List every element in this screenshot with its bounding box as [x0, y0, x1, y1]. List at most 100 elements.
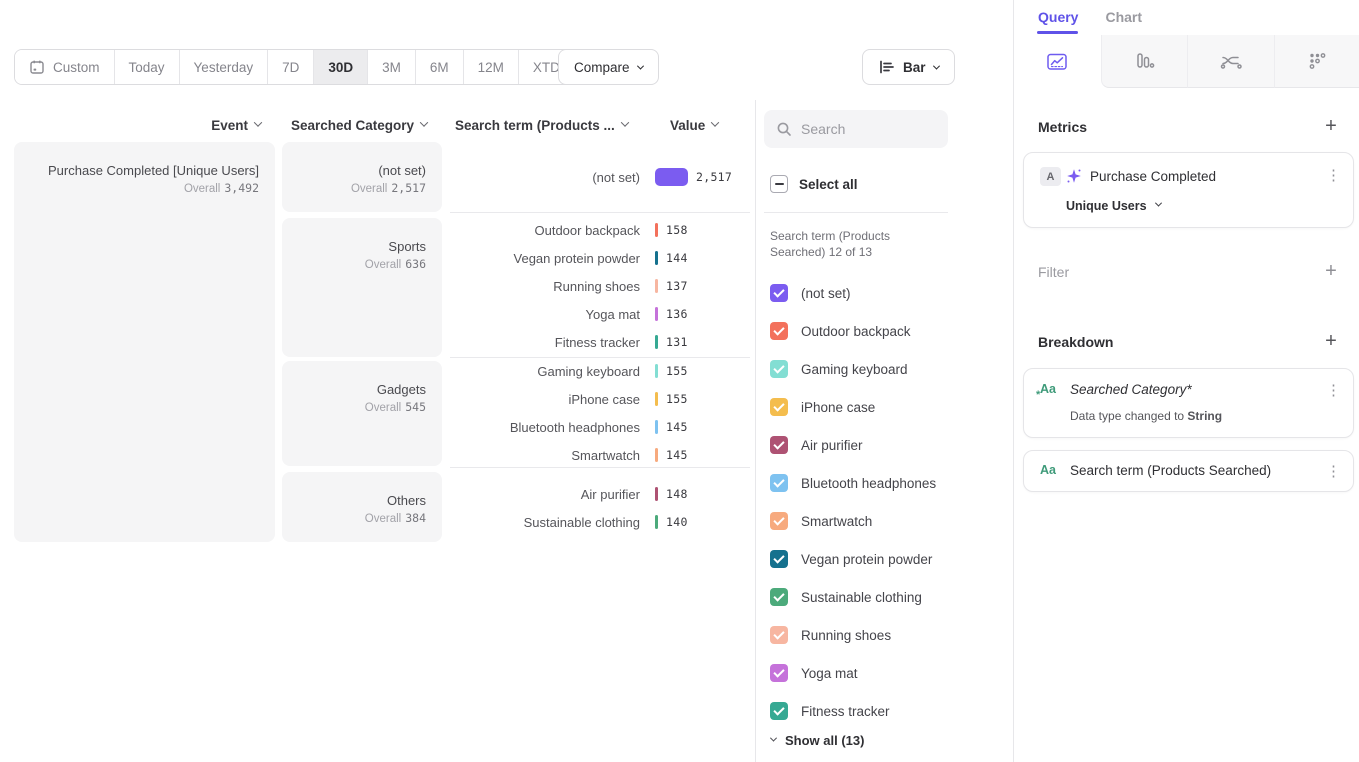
- value-bar: [655, 448, 658, 462]
- overall-value: 2,517: [391, 181, 426, 195]
- filter-item-label: Yoga mat: [801, 666, 858, 681]
- category-cell-not-set: (not set) Overall2,517: [282, 142, 442, 212]
- metrics-title: Metrics: [1038, 119, 1087, 135]
- filter-item[interactable]: Bluetooth headphones: [770, 469, 1000, 497]
- value-label: 140: [666, 515, 688, 529]
- value-label: 2,517: [696, 170, 732, 184]
- breakdown-menu-button[interactable]: ⋮: [1326, 462, 1341, 480]
- date-range-label: 7D: [282, 60, 299, 75]
- column-header-searched-category[interactable]: Searched Category: [282, 116, 427, 134]
- filter-item[interactable]: Running shoes: [770, 621, 1000, 649]
- category-cell-others: Others Overall384: [282, 472, 442, 542]
- value-label: 155: [666, 392, 688, 406]
- breakdown-card-searched-category[interactable]: Aa* Searched Category* ⋮ Data type chang…: [1023, 368, 1354, 438]
- column-label: Event: [211, 118, 248, 133]
- column-header-search-term[interactable]: Search term (Products ...: [455, 116, 628, 134]
- event-cell: Purchase Completed [Unique Users] Overal…: [14, 142, 275, 542]
- filter-item[interactable]: Gaming keyboard: [770, 355, 1000, 383]
- search-term-label: Sustainable clothing: [450, 515, 640, 530]
- table-row[interactable]: Smartwatch 145: [450, 441, 750, 469]
- date-range-label: 12M: [478, 60, 504, 75]
- date-range-label: 30D: [328, 60, 353, 75]
- date-range-label: 3M: [382, 60, 401, 75]
- table-row[interactable]: Outdoor backpack 158: [450, 216, 750, 244]
- date-range-6m[interactable]: 6M: [416, 50, 464, 84]
- checked-checkbox-icon: [770, 512, 788, 530]
- string-property-icon: Aa: [1040, 463, 1056, 477]
- date-range-3m[interactable]: 3M: [368, 50, 416, 84]
- tab-chart[interactable]: Chart: [1105, 9, 1142, 25]
- breakdown-menu-button[interactable]: ⋮: [1326, 381, 1341, 399]
- chart-type-button[interactable]: Bar: [862, 49, 955, 85]
- filter-item[interactable]: Air purifier: [770, 431, 1000, 459]
- breakdown-card-search-term[interactable]: Aa Search term (Products Searched) ⋮: [1023, 450, 1354, 492]
- table-row[interactable]: Sustainable clothing 140: [450, 508, 750, 536]
- column-header-value[interactable]: Value: [670, 116, 718, 134]
- date-range-group: Custom Today Yesterday 7D 30D 3M 6M 12M …: [14, 49, 588, 85]
- table-row[interactable]: Gaming keyboard 155: [450, 357, 750, 385]
- bar-chart-icon: [878, 59, 895, 75]
- search-term-label: Vegan protein powder: [450, 251, 640, 266]
- compare-button[interactable]: Compare: [558, 49, 659, 85]
- funnels-icon: [1133, 51, 1155, 71]
- chevron-down-icon: [621, 118, 629, 126]
- date-range-yesterday[interactable]: Yesterday: [180, 50, 269, 84]
- table-row[interactable]: (not set) 2,517: [450, 163, 750, 191]
- metric-card[interactable]: A Purchase Completed ⋮ Unique Users: [1023, 152, 1354, 228]
- column-header-event[interactable]: Event: [14, 116, 261, 134]
- filter-item[interactable]: Vegan protein powder: [770, 545, 1000, 573]
- table-row[interactable]: Running shoes 137: [450, 272, 750, 300]
- date-range-7d[interactable]: 7D: [268, 50, 314, 84]
- date-range-30d[interactable]: 30D: [314, 50, 368, 84]
- toolbar: Custom Today Yesterday 7D 30D 3M 6M 12M …: [0, 0, 1013, 100]
- table-row[interactable]: iPhone case 155: [450, 385, 750, 413]
- category-name: (not set): [351, 162, 426, 179]
- filter-item[interactable]: (not set): [770, 279, 1000, 307]
- chevron-down-icon: [420, 118, 428, 126]
- query-panel: Query Chart: [1013, 0, 1359, 762]
- search-box[interactable]: [764, 110, 948, 148]
- date-range-today[interactable]: Today: [115, 50, 180, 84]
- tab-flows[interactable]: [1187, 35, 1274, 88]
- divider: [764, 212, 948, 213]
- breakdown-values-count-label: Search term (Products Searched) 12 of 13: [770, 228, 945, 260]
- add-breakdown-button[interactable]: +: [1323, 333, 1339, 349]
- table-row[interactable]: Air purifier 148: [450, 480, 750, 508]
- show-all-button[interactable]: Show all (13): [771, 733, 864, 748]
- search-term-label: Running shoes: [450, 279, 640, 294]
- compare-label: Compare: [574, 60, 630, 75]
- report-type-tabs: [1014, 35, 1359, 88]
- value-bar: [655, 515, 658, 529]
- table-row[interactable]: Yoga mat 136: [450, 300, 750, 328]
- date-range-12m[interactable]: 12M: [464, 50, 519, 84]
- checked-checkbox-icon: [770, 626, 788, 644]
- tab-retention[interactable]: [1274, 35, 1359, 88]
- filter-item[interactable]: Smartwatch: [770, 507, 1000, 535]
- string-property-icon: Aa*: [1040, 382, 1056, 396]
- value-bar: [655, 168, 688, 186]
- category-name: Sports: [365, 238, 426, 255]
- date-range-custom[interactable]: Custom: [15, 50, 115, 84]
- table-row[interactable]: Vegan protein powder 144: [450, 244, 750, 272]
- tab-insights[interactable]: [1014, 35, 1101, 88]
- aggregation-dropdown[interactable]: Unique Users: [1066, 199, 1161, 213]
- active-tab-underline: [1037, 31, 1078, 34]
- filter-item[interactable]: iPhone case: [770, 393, 1000, 421]
- tab-query[interactable]: Query: [1038, 9, 1078, 25]
- filter-item[interactable]: Outdoor backpack: [770, 317, 1000, 345]
- filter-item[interactable]: Fitness tracker: [770, 697, 1000, 725]
- table-row[interactable]: Fitness tracker 131: [450, 328, 750, 356]
- insights-chart-icon: [1046, 52, 1068, 72]
- add-metric-button[interactable]: +: [1323, 118, 1339, 134]
- tab-funnels[interactable]: [1101, 35, 1188, 88]
- filter-item[interactable]: Sustainable clothing: [770, 583, 1000, 611]
- checked-checkbox-icon: [770, 284, 788, 302]
- add-filter-button[interactable]: +: [1323, 263, 1339, 279]
- search-input[interactable]: [801, 121, 931, 137]
- filter-item[interactable]: Yoga mat: [770, 659, 1000, 687]
- metric-menu-button[interactable]: ⋮: [1326, 166, 1341, 184]
- value-bar: [655, 223, 658, 237]
- select-all-checkbox[interactable]: Select all: [770, 175, 858, 193]
- search-term-label: Gaming keyboard: [450, 364, 640, 379]
- table-row[interactable]: Bluetooth headphones 145: [450, 413, 750, 441]
